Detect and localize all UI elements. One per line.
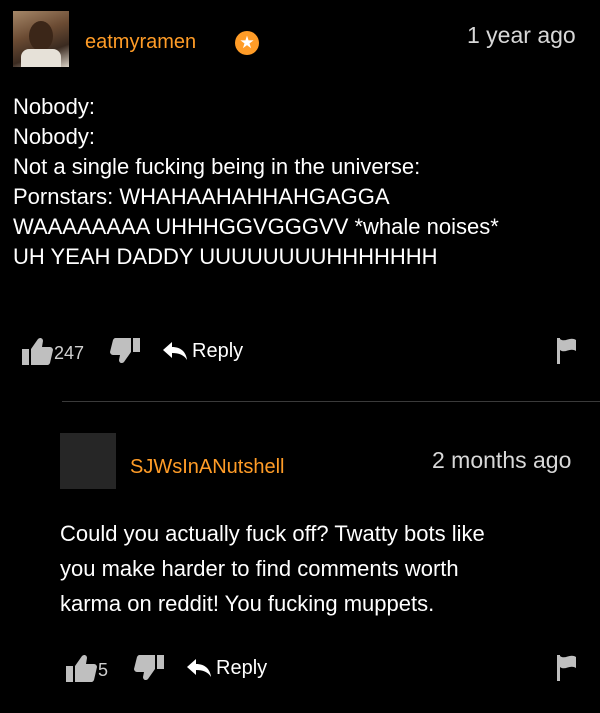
comment-line: UH YEAH DADDY UUUUUUUUHHHHHHH: [13, 244, 438, 269]
upvote-count: 247: [54, 343, 85, 363]
timestamp: 1 year ago: [467, 22, 576, 48]
comment-line: karma on reddit! You fucking muppets.: [60, 591, 435, 616]
reply-button[interactable]: Reply: [162, 340, 243, 363]
reply-label: Reply: [216, 657, 268, 679]
comment-line: Nobody:: [13, 124, 95, 149]
thumbs-down-icon[interactable]: [110, 337, 142, 365]
username[interactable]: eatmyramen: [85, 31, 196, 54]
comment-actions: 247 Reply: [0, 336, 600, 366]
reply-arrow-icon: [163, 342, 187, 360]
upvote-count: 5: [98, 660, 109, 680]
avatar-shirt: [21, 49, 61, 67]
thumbs-up-icon[interactable]: [20, 336, 54, 366]
reply-arrow-icon: [187, 659, 211, 677]
thumbs-up-icon[interactable]: [64, 653, 98, 683]
username[interactable]: SJWsInANutshell: [130, 456, 285, 479]
reply-label: Reply: [192, 340, 244, 362]
avatar-face: [29, 21, 53, 51]
thumbs-down-icon[interactable]: [134, 654, 166, 682]
comment-line: Could you actually fuck off? Twatty bots…: [60, 521, 485, 546]
comment-line: Nobody:: [13, 94, 95, 119]
comment-line: you make harder to find comments worth: [60, 556, 459, 581]
avatar[interactable]: [13, 11, 69, 67]
comment-body: Nobody: Nobody: Not a single fucking bei…: [13, 92, 499, 272]
comment-line: WAAAAAAAA UHHHGGVGGGVV *whale noises*: [13, 214, 499, 239]
divider: [62, 401, 600, 402]
comment-actions: 5 Reply: [0, 653, 600, 683]
flag-icon[interactable]: [556, 654, 578, 682]
star-icon: ★: [235, 31, 259, 55]
avatar[interactable]: [60, 433, 116, 489]
reply-button[interactable]: Reply: [186, 657, 267, 680]
comment-body: Could you actually fuck off? Twatty bots…: [60, 516, 485, 621]
flag-icon[interactable]: [556, 337, 578, 365]
timestamp: 2 months ago: [432, 447, 572, 473]
comment-line: Pornstars: WHAHAAHAHHAHGAGGA: [13, 184, 390, 209]
comment-line: Not a single fucking being in the univer…: [13, 154, 421, 179]
